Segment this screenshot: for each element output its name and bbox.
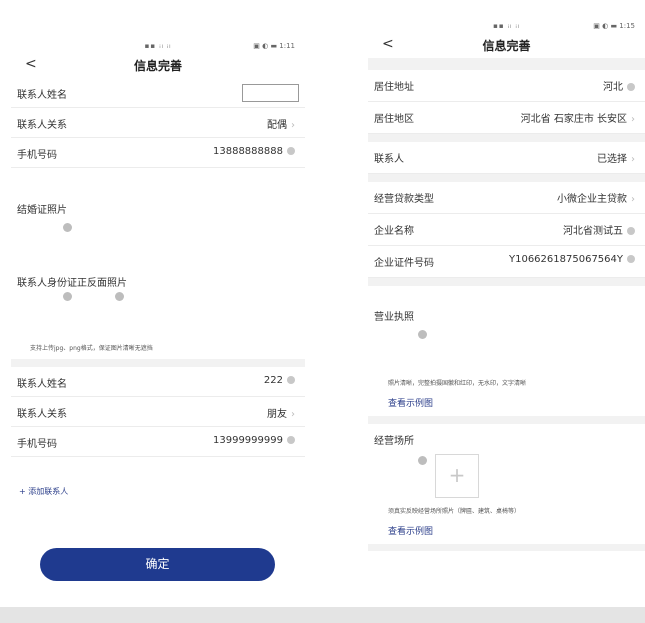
company-id-value[interactable]: Y1066261875067564Y [509, 254, 635, 265]
residence-area-value: 河北省 石家庄市 长安区 › [520, 114, 635, 125]
page-title: 信息完善 [482, 39, 531, 53]
loan-type-value: 小微企业主贷款 › [557, 194, 635, 205]
phone-label: 手机号码 [17, 150, 57, 161]
section-divider [368, 174, 645, 182]
company-name-row: 企业名称 河北省测试五 [368, 214, 645, 246]
clear-icon[interactable] [287, 436, 295, 444]
license-label: 营业执照 [374, 312, 414, 323]
section-divider [368, 134, 645, 142]
residence-area-label: 居住地区 [374, 114, 414, 125]
nav-bar: < 信息完善 [368, 34, 645, 58]
clear-icon[interactable] [627, 255, 635, 263]
clear-icon[interactable] [627, 83, 635, 91]
chevron-right-icon: › [291, 120, 295, 131]
confirm-button[interactable]: 确定 [40, 548, 275, 581]
battery-time: ▣ ◐ ▬ 1:15 [593, 22, 635, 30]
id-front-upload[interactable] [63, 292, 72, 301]
premises-upload-box[interactable]: + [435, 454, 479, 498]
chevron-right-icon: › [631, 114, 635, 125]
nav-bar: < 信息完善 [11, 54, 305, 78]
company-id-label: 企业证件号码 [374, 258, 434, 269]
company-name-value[interactable]: 河北省测试五 [563, 222, 635, 237]
id-back-upload[interactable] [115, 292, 124, 301]
contact2-relation-value: 朋友 › [267, 409, 295, 420]
phone-row: 手机号码 13888888888 [11, 138, 305, 168]
status-bar: ▪▪ ᵢₗ ᵢₗ ▣ ◐ ▬ 1:11 [11, 34, 305, 54]
contact-relation-label: 联系人关系 [17, 120, 67, 131]
marriage-photo-label: 结婚证照片 [17, 205, 67, 216]
contact2-group: 联系人姓名 222 联系人关系 朋友 › 手机号码 13999999999 [11, 367, 305, 457]
contact2-name-value[interactable]: 222 [264, 375, 295, 386]
contact-relation-row[interactable]: 联系人关系 配偶 › [11, 108, 305, 138]
section-divider [368, 58, 645, 70]
chevron-right-icon: › [631, 194, 635, 205]
id-photo-label: 联系人身份证正反面照片 [17, 278, 127, 289]
premises-hint: 须真实反映经营场所照片（牌匾、建筑、桌椅等） [388, 508, 521, 515]
chevron-right-icon: › [631, 154, 635, 165]
clear-icon[interactable] [287, 376, 295, 384]
contact2-phone-row: 手机号码 13999999999 [11, 427, 305, 457]
contact2-relation-label: 联系人关系 [17, 409, 67, 420]
contact2-phone-label: 手机号码 [17, 439, 57, 450]
contact2-name-label: 联系人姓名 [17, 379, 67, 390]
residence-address-value[interactable]: 河北 [603, 78, 635, 93]
contact2-phone-value[interactable]: 13999999999 [213, 435, 295, 446]
residence-address-label: 居住地址 [374, 82, 414, 93]
premises-example-link[interactable]: 查看示例图 [388, 524, 433, 537]
contact-relation-value: 配偶 › [267, 120, 295, 131]
battery-time: ▣ ◐ ▬ 1:11 [253, 42, 295, 50]
contact-value: 已选择 › [597, 154, 635, 165]
residence-area-row[interactable]: 居住地区 河北省 石家庄市 长安区 › [368, 102, 645, 134]
contact2-name-row: 联系人姓名 222 [11, 367, 305, 397]
section-divider [368, 544, 645, 551]
left-screen: ▪▪ ᵢₗ ᵢₗ ▣ ◐ ▬ 1:11 < 信息完善 联系人姓名 联系人关系 配… [11, 34, 305, 582]
clear-icon[interactable] [627, 227, 635, 235]
license-example-link[interactable]: 查看示例图 [388, 396, 433, 409]
plus-icon: + [448, 463, 466, 487]
add-contact-link[interactable]: + 添加联系人 [19, 486, 68, 497]
premises-label: 经营场所 [374, 436, 414, 447]
bottom-bar [0, 607, 645, 623]
contact-row[interactable]: 联系人 已选择 › [368, 142, 645, 174]
premises-photo[interactable] [418, 456, 427, 465]
contact-name-label: 联系人姓名 [17, 90, 67, 101]
loan-type-label: 经营贷款类型 [374, 194, 434, 205]
contact-name-input[interactable] [242, 84, 299, 102]
right-screen: ▪▪ ᵢₗ ᵢₗ ▣ ◐ ▬ 1:15 < 信息完善 居住地址 河北 居住地区 … [368, 14, 645, 551]
company-name-label: 企业名称 [374, 226, 414, 237]
chevron-right-icon: › [291, 409, 295, 420]
status-bar: ▪▪ ᵢₗ ᵢₗ ▣ ◐ ▬ 1:15 [368, 14, 645, 34]
page-title: 信息完善 [133, 59, 182, 73]
contact-label: 联系人 [374, 154, 404, 165]
phone-value[interactable]: 13888888888 [213, 146, 295, 157]
residence-address-row: 居住地址 河北 [368, 70, 645, 102]
upload-hint: 支持上传jpg、png格式，保证图片清晰无遮挡 [30, 345, 153, 352]
license-hint: 照片清晰，完整拍摄国徽和红印，无水印，文字清晰 [388, 380, 527, 387]
section-divider [11, 359, 305, 367]
contact2-relation-row[interactable]: 联系人关系 朋友 › [11, 397, 305, 427]
license-upload[interactable] [418, 330, 427, 339]
section-divider [368, 278, 645, 286]
loan-type-row[interactable]: 经营贷款类型 小微企业主贷款 › [368, 182, 645, 214]
section-divider [368, 416, 645, 424]
contact-name-row: 联系人姓名 [11, 78, 305, 108]
clear-icon[interactable] [287, 147, 295, 155]
marriage-photo-upload[interactable] [63, 223, 72, 232]
company-id-row: 企业证件号码 Y1066261875067564Y [368, 246, 645, 278]
